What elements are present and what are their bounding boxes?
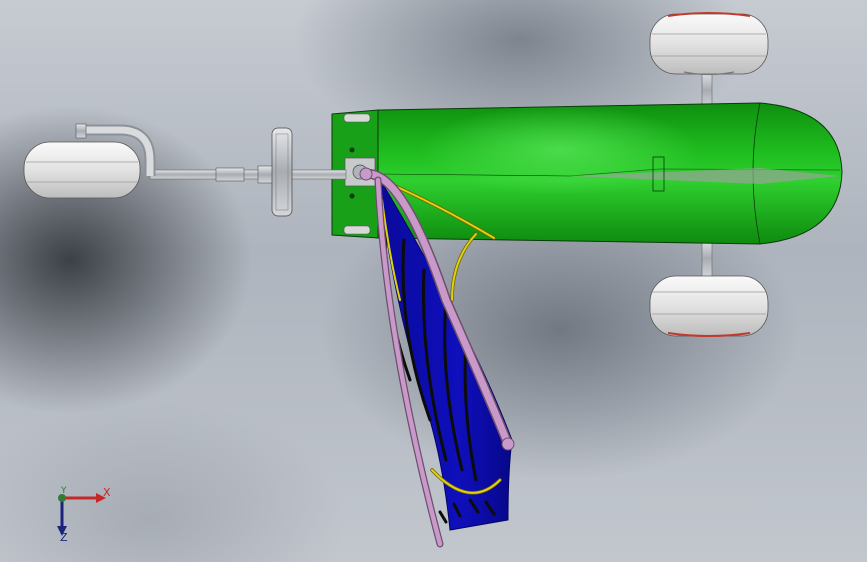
steering-shaft[interactable] (149, 127, 347, 217)
hull[interactable] (331, 102, 843, 245)
front-wheel[interactable] (23, 141, 141, 199)
land-yacht-model[interactable] (0, 0, 867, 562)
orientation-triad[interactable]: X Y Z (44, 478, 124, 548)
axis-arrows (57, 493, 106, 536)
cad-viewport[interactable]: X Y Z (0, 0, 867, 562)
z-axis-label: Z (60, 531, 68, 544)
x-axis-label: X (103, 486, 111, 499)
left-rear-wheel[interactable] (649, 12, 769, 76)
right-rear-wheel[interactable] (649, 275, 769, 337)
y-axis-label: Y (61, 486, 67, 496)
